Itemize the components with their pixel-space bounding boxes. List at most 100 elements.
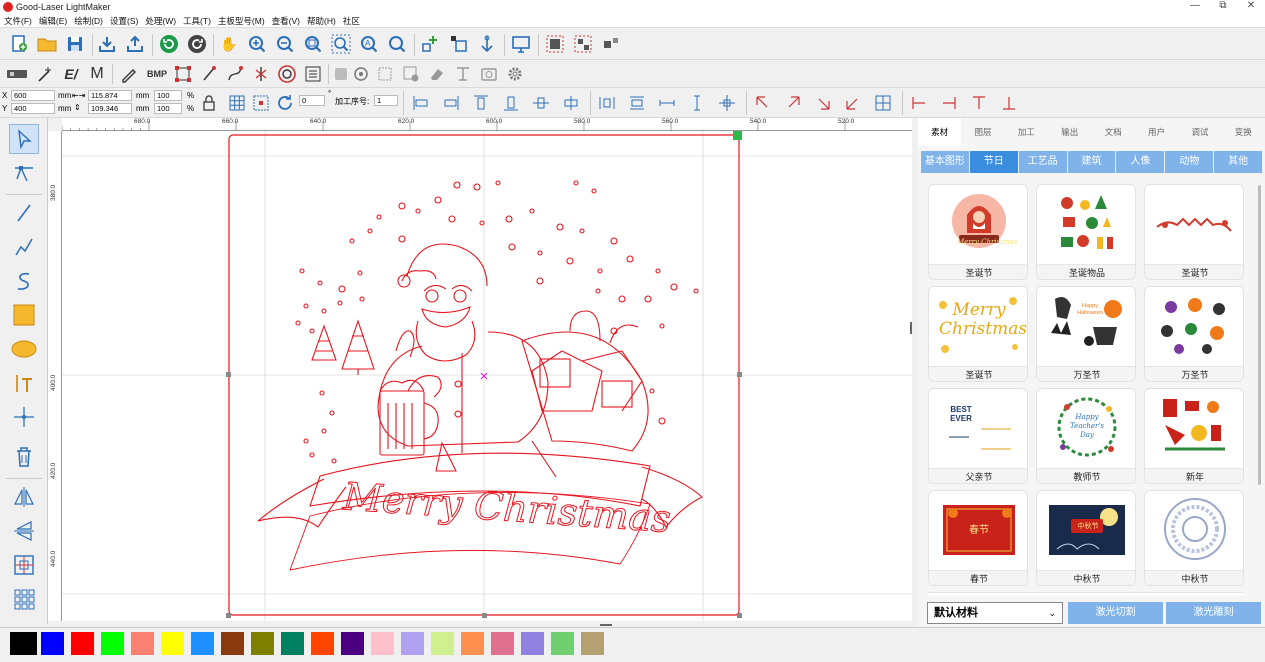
color-swatch[interactable] [41,632,64,655]
open-folder-icon[interactable] [36,33,58,55]
height-input[interactable]: 109.346 [88,103,132,114]
material-card[interactable]: 圣诞节 [1144,184,1244,280]
align-top-icon[interactable] [470,92,492,114]
curve-tool-icon[interactable] [9,266,39,296]
color-swatch[interactable] [371,632,394,655]
bmp-button[interactable]: BMP [144,63,170,85]
fill-shape-icon[interactable] [330,63,352,85]
design-canvas[interactable]: Merry Christmas [62,131,912,621]
menu-draw[interactable]: 绘制(D) [74,15,103,27]
christmas-design[interactable]: Merry Christmas [62,131,912,621]
color-swatch[interactable] [221,632,244,655]
monitor-icon[interactable] [510,33,532,55]
align-hcenter-icon[interactable] [530,92,552,114]
zoom-selection-icon[interactable] [330,33,352,55]
offset-icon[interactable] [276,63,298,85]
gear-icon[interactable] [504,63,526,85]
width-input[interactable]: 115.874 [88,90,132,101]
color-swatch[interactable] [401,632,424,655]
align-bottom-icon[interactable] [500,92,522,114]
tab-transform[interactable]: 变换 [1222,118,1265,146]
color-swatch[interactable] [521,632,544,655]
page-right-icon[interactable] [938,92,960,114]
camera-icon[interactable] [350,63,372,85]
category-animal[interactable]: 动物 [1165,151,1215,173]
minimize-button[interactable]: — [1180,0,1210,11]
page-bottom-icon[interactable] [998,92,1020,114]
polyline-tool-icon[interactable] [9,232,39,262]
break-node-icon[interactable] [250,63,272,85]
tab-debug[interactable]: 调试 [1178,118,1221,146]
menu-process[interactable]: 处理(W) [145,15,176,27]
color-swatch[interactable] [251,632,274,655]
curve-node-icon[interactable] [224,63,246,85]
redo-icon[interactable] [186,33,208,55]
text-tool-icon[interactable] [9,368,39,398]
color-swatch[interactable] [191,632,214,655]
ellipse-tool-icon[interactable] [9,334,39,364]
node-tool-icon[interactable] [9,158,39,188]
panel-scrollbar[interactable] [1258,185,1261,485]
material-card[interactable]: Happy Teacher's Day 教师节 [1036,388,1136,484]
close-button[interactable]: ✕ [1236,0,1265,11]
undo-icon[interactable] [158,33,180,55]
color-swatch[interactable] [101,632,124,655]
pan-hand-icon[interactable]: ✋ [218,33,240,55]
material-card[interactable]: 中秋节 中秋节 [1036,490,1136,586]
width-percent-input[interactable]: 100 [154,90,182,101]
text-m-icon[interactable]: M [86,63,108,85]
align-vcenter-icon[interactable] [560,92,582,114]
material-card[interactable]: 春节 春节 [928,490,1028,586]
mirror-vertical-icon[interactable] [9,516,39,546]
material-card[interactable]: 万圣节 [1144,286,1244,382]
material-select[interactable]: 默认材料 ⌄ [927,602,1063,624]
combine-icon[interactable] [600,33,622,55]
tab-user[interactable]: 用户 [1135,118,1178,146]
page-left-icon[interactable] [908,92,930,114]
material-card[interactable]: Merry Christmas 圣诞节 [928,286,1028,382]
material-card[interactable]: 中秋节 [1144,490,1244,586]
export-icon[interactable] [124,33,146,55]
node-edit-icon[interactable] [420,33,442,55]
menu-community[interactable]: 社区 [343,15,360,27]
same-height-icon[interactable] [686,92,708,114]
x-input[interactable]: 600 [11,90,55,101]
align-right-icon[interactable] [440,92,462,114]
ungroup-icon[interactable] [572,33,594,55]
rectangle-tool-icon[interactable] [9,300,39,330]
mirror-horizontal-icon[interactable] [9,482,39,512]
pen-icon[interactable] [118,63,140,85]
menu-tools[interactable]: 工具(T) [183,15,211,27]
lock-ratio-icon[interactable] [200,94,218,112]
tab-output[interactable]: 输出 [1048,118,1091,146]
distribute-v-icon[interactable] [626,92,648,114]
tab-material[interactable]: 素材 [918,118,962,146]
menu-file[interactable]: 文件(F) [4,15,32,27]
rectangle-select-icon[interactable] [172,63,194,85]
anchor-icon[interactable] [476,33,498,55]
material-card[interactable]: 新年 [1144,388,1244,484]
material-card[interactable]: 圣诞物品 [1036,184,1136,280]
array-grid-icon[interactable] [9,584,39,614]
color-swatch[interactable] [341,632,364,655]
color-swatch[interactable] [10,632,37,655]
category-holiday[interactable]: 节日 [969,151,1019,173]
delete-tool-icon[interactable] [9,442,39,472]
align-left-icon[interactable] [410,92,432,114]
menu-edit[interactable]: 编辑(E) [39,15,67,27]
zoom-fit-icon[interactable] [302,33,324,55]
category-building[interactable]: 建筑 [1067,151,1117,173]
zoom-all-icon[interactable]: A [358,33,380,55]
color-swatch[interactable] [71,632,94,655]
category-basic-shapes[interactable]: 基本图形 [921,151,970,173]
align-center-tool-icon[interactable] [9,550,39,580]
canvas-text[interactable]: Merry Christmas [340,474,672,542]
zoom-in-icon[interactable] [246,33,268,55]
tab-document[interactable]: 文档 [1092,118,1135,146]
angle-input[interactable]: 0 [299,95,325,106]
menu-view[interactable]: 查看(V) [272,15,300,27]
new-file-icon[interactable] [8,33,30,55]
group-icon[interactable] [544,33,566,55]
settings-frame-icon[interactable] [400,63,422,85]
distribute-h-icon[interactable] [596,92,618,114]
